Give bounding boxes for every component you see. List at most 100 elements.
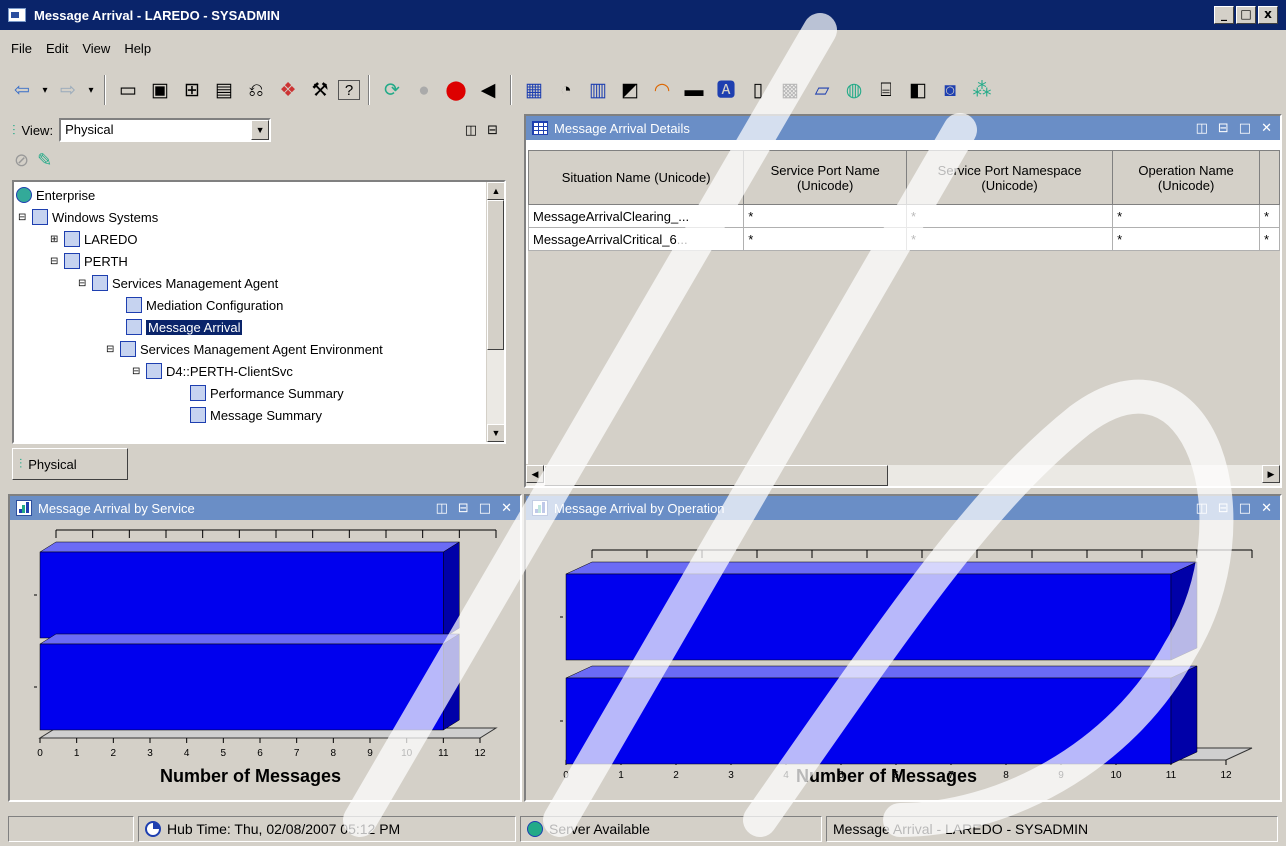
bar-side	[443, 541, 460, 639]
collapse-icon[interactable]: ⊟	[132, 366, 146, 377]
maximize-icon[interactable]: □	[1239, 501, 1251, 516]
operation-chart-panel: Message Arrival by Operation ◫ ⊟ □ ✕ 012…	[524, 494, 1282, 802]
link-icon[interactable]: ⎌	[242, 76, 270, 104]
maximize-icon[interactable]: □	[1239, 121, 1251, 136]
menu-help[interactable]: Help	[119, 38, 156, 62]
tab-physical[interactable]: ⫶ Physical	[12, 448, 128, 480]
split-vertical-icon[interactable]: ◫	[436, 501, 448, 516]
table-row[interactable]: MessageArrivalClearing_... * * * *	[528, 204, 1280, 228]
tree-item[interactable]: Mediation Configuration	[126, 294, 283, 316]
menu-file[interactable]: File	[6, 38, 37, 62]
graphic-view-icon[interactable]: ◧	[904, 76, 932, 104]
back-dropdown-icon[interactable]: ▾	[40, 85, 50, 96]
table-view-icon[interactable]: ▦	[520, 76, 548, 104]
split-vertical-icon[interactable]: ◫	[1196, 121, 1208, 136]
browser-icon[interactable]: ◍	[840, 76, 868, 104]
tree-item-selected[interactable]: Message Arrival	[126, 316, 243, 338]
split-horizontal-icon[interactable]: ⊟	[487, 123, 498, 138]
save-icon[interactable]: ▣	[146, 76, 174, 104]
tree-item[interactable]: ⊟ Services Management Agent Environment	[106, 338, 383, 360]
scroll-left-icon[interactable]: ◀	[526, 465, 544, 483]
tree-item[interactable]: Performance Summary	[190, 382, 344, 404]
column-header[interactable]: Service Port Name (Unicode)	[743, 150, 907, 205]
view-select[interactable]: Physical ▼	[59, 118, 272, 142]
menu-view[interactable]: View	[77, 38, 115, 62]
column-header[interactable]: Operation Name (Unicode)	[1112, 150, 1261, 205]
column-header[interactable]: Situation Name (Unicode)	[528, 150, 745, 205]
tree-item[interactable]: ⊟ Services Management Agent	[78, 272, 278, 294]
tree-item-label: Message Arrival	[146, 319, 243, 335]
tools-icon[interactable]: ⚒	[306, 76, 334, 104]
tree-item[interactable]: ⊞ LAREDO	[50, 228, 137, 250]
maximize-button[interactable]: □	[1236, 6, 1256, 24]
split-horizontal-icon[interactable]: ⊟	[1218, 121, 1229, 136]
split-vertical-icon[interactable]: ◫	[1196, 501, 1208, 516]
collapse-icon[interactable]: ⊟	[106, 344, 120, 355]
scroll-up-icon[interactable]: ▲	[487, 182, 504, 200]
split-horizontal-icon[interactable]: ⊟	[1218, 501, 1229, 516]
details-panel: Message Arrival Details ◫ ⊟ □ ✕ Situatio…	[524, 114, 1282, 488]
maximize-icon[interactable]: □	[479, 501, 491, 516]
edit-navigator-icon[interactable]: ✎	[37, 150, 52, 171]
minimize-button[interactable]: _	[1214, 6, 1234, 24]
split-horizontal-icon[interactable]: ⊟	[458, 501, 469, 516]
gauge-icon[interactable]: ◠	[648, 76, 676, 104]
close-icon[interactable]: ✕	[501, 501, 512, 516]
bar-chart-icon	[16, 500, 32, 516]
collapse-icon[interactable]: ⊟	[78, 278, 92, 289]
event-console-icon[interactable]: ▯	[744, 76, 772, 104]
topology-icon[interactable]: ◙	[936, 76, 964, 104]
sound-icon[interactable]: ◀	[474, 76, 502, 104]
scroll-right-icon[interactable]: ▶	[1262, 465, 1280, 483]
column-header[interactable]	[1259, 150, 1280, 205]
close-icon[interactable]: ✕	[1261, 501, 1272, 516]
message-log-icon[interactable]: ▩	[776, 76, 804, 104]
panel-controls: ◫ ⊟ □ ✕	[436, 501, 520, 516]
history-icon[interactable]: ▤	[210, 76, 238, 104]
network-icon[interactable]: ⁂	[968, 76, 996, 104]
tree-item[interactable]: ⊟ Windows Systems	[18, 206, 158, 228]
expand-icon[interactable]: ⊞	[50, 234, 64, 245]
back-arrow-icon[interactable]: ⇦	[8, 76, 36, 104]
query-editor-icon[interactable]: ❖	[274, 76, 302, 104]
thermometer-icon[interactable]: ▬	[680, 76, 708, 104]
table-row[interactable]: MessageArrivalCritical_6... * * * *	[528, 227, 1280, 251]
terminal-icon[interactable]: ⌸	[872, 76, 900, 104]
details-hscrollbar[interactable]: ◀ ▶	[526, 464, 1280, 486]
menu-edit[interactable]: Edit	[41, 38, 73, 62]
scroll-thumb[interactable]	[487, 200, 504, 350]
forward-dropdown-icon[interactable]: ▾	[86, 85, 96, 96]
close-icon[interactable]: ✕	[1261, 121, 1272, 136]
scroll-down-icon[interactable]: ▼	[487, 424, 504, 442]
navigator-tree-icon: ⫶	[19, 456, 23, 471]
notepad-icon[interactable]: 🅰	[712, 76, 740, 104]
plot-chart-icon[interactable]: ◩	[616, 76, 644, 104]
pause-icon[interactable]: ●	[410, 76, 438, 104]
stop-navigation-icon[interactable]: ⊘	[14, 150, 29, 171]
tree-item[interactable]: Enterprise	[16, 184, 95, 206]
collapse-icon[interactable]: ⊟	[18, 212, 32, 223]
column-header[interactable]: Service Port Namespace (Unicode)	[905, 150, 1114, 205]
pie-chart-icon[interactable]: ◔	[552, 76, 580, 104]
x-tick-label: 7	[294, 748, 300, 759]
tree-item-label: Message Summary	[210, 407, 322, 423]
help-icon[interactable]: ?	[338, 80, 360, 100]
forward-arrow-icon[interactable]: ⇨	[54, 76, 82, 104]
scroll-thumb[interactable]	[544, 465, 888, 486]
close-button[interactable]: x	[1258, 6, 1278, 24]
tree-item[interactable]: Message Summary	[190, 404, 322, 426]
refresh-icon[interactable]: ⟳	[378, 76, 406, 104]
tree-item[interactable]: ⊟ PERTH	[50, 250, 128, 272]
new-workspace-icon[interactable]: ▭	[114, 76, 142, 104]
collapse-icon[interactable]: ⊟	[50, 256, 64, 267]
bar-chart-icon[interactable]: ▥	[584, 76, 612, 104]
panel-controls: ◫ ⊟ □ ✕	[1196, 501, 1280, 516]
tree-item[interactable]: ⊟ D4::PERTH-ClientSvc	[132, 360, 293, 382]
x-tick-label: 8	[331, 748, 337, 759]
chevron-down-icon[interactable]: ▼	[251, 120, 270, 140]
split-vertical-icon[interactable]: ◫	[465, 123, 477, 138]
take-action-icon[interactable]: ▱	[808, 76, 836, 104]
stop-icon[interactable]: ⬤	[442, 76, 470, 104]
properties-icon[interactable]: ⊞	[178, 76, 206, 104]
tree-scrollbar[interactable]: ▲ ▼	[486, 182, 504, 442]
